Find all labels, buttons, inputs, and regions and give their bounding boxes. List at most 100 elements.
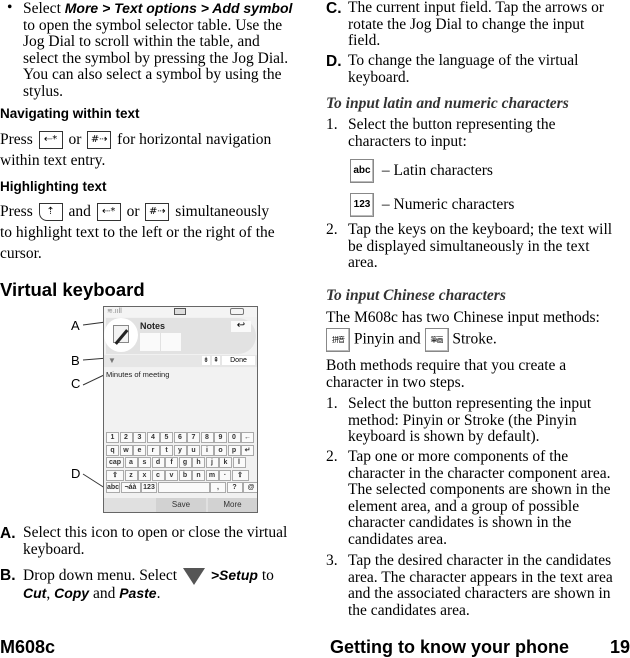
pinyin-text: Pinyin and	[353, 330, 421, 348]
chinese-step-line: candidates area.	[348, 530, 447, 548]
keyboard-key[interactable]: b	[178, 469, 192, 481]
keyboard-key[interactable]: ,	[210, 482, 226, 493]
keyboard-key[interactable]: v	[165, 469, 178, 481]
keyboard-key[interactable]: 123	[141, 482, 157, 493]
item-c-label: C.	[326, 0, 342, 17]
prev-field-arrow-icon[interactable]: ⇟	[202, 356, 210, 365]
123-button-text: – Numeric characters	[381, 195, 515, 213]
text-input-area[interactable]: Minutes of meeting	[104, 368, 257, 430]
item-a-line: Select this icon to open or close the vi…	[23, 524, 288, 541]
keyboard-key[interactable]: x	[138, 469, 151, 481]
keyboard-key[interactable]: o	[214, 444, 227, 456]
item-c-line: The current input field. Tap the arrows …	[348, 0, 605, 16]
keyboard-key[interactable]: @	[243, 482, 257, 493]
copy-word: Copy	[54, 584, 90, 601]
keyboard-key[interactable]: d	[151, 457, 165, 468]
keyboard-key[interactable]: t	[160, 444, 173, 456]
stroke-button-icon: 筆画	[424, 328, 449, 352]
keyboard-key[interactable]: w	[119, 444, 133, 456]
123-button-icon: 123	[350, 193, 374, 217]
latin-step-2: Tap the keys on the keyboard; the text w…	[348, 221, 630, 272]
keyboard-toggle-icon[interactable]	[174, 308, 186, 315]
back-icon[interactable]: ↩	[231, 321, 251, 332]
keyboard-key[interactable]: l	[232, 457, 246, 468]
keyboard-key[interactable]: 9	[214, 432, 227, 443]
keyboard-key[interactable]: f	[165, 457, 178, 468]
input-methods-row: 拼音 Pinyin and 筆画 Stroke.	[326, 328, 497, 352]
keyboard-key[interactable]: n	[192, 469, 205, 481]
dropdown-menu-icon[interactable]: ▼	[108, 356, 116, 365]
both-line: character in two steps.	[326, 373, 465, 391]
save-button[interactable]: Save	[156, 498, 206, 512]
abc-button-row: abc – Latin characters	[350, 159, 493, 183]
keyboard-key[interactable]: cap	[106, 457, 124, 468]
keyboard-key[interactable]: a	[124, 457, 138, 468]
keyboard-key[interactable]: z	[124, 469, 138, 481]
done-button[interactable]: Done	[222, 356, 255, 365]
keyboard-key[interactable]: k	[219, 457, 232, 468]
chinese-step-line: Select the button representing the input	[348, 395, 592, 412]
chinese-step-line: keyboard is shown by default).	[348, 428, 540, 445]
virtual-keyboard: 1 2 3 4 5 6 7 8 9 0 ← q w e r t y u i o p ↵ cap a s d f g h j k l ⇧ z x c v b…	[106, 432, 257, 496]
space-key[interactable]	[157, 482, 210, 493]
cut-word: Cut	[23, 584, 47, 601]
keyboard-key[interactable]: ←	[241, 432, 254, 443]
item-d-label: D.	[326, 53, 342, 70]
keyboard-key[interactable]: y	[173, 444, 187, 456]
keyboard-key[interactable]: u	[187, 444, 200, 456]
keyboard-key[interactable]: 7	[187, 432, 200, 443]
status-bar: ≋.ııll	[104, 307, 257, 317]
signal-icon: ≋.ııll	[107, 308, 122, 315]
keyboard-key[interactable]: j	[205, 457, 219, 468]
keyboard-key[interactable]: 4	[146, 432, 160, 443]
and-word: and	[92, 584, 116, 602]
keyboard-key[interactable]: g	[178, 457, 192, 468]
keyboard-key[interactable]: m	[205, 469, 219, 481]
app-title: Notes	[140, 321, 166, 331]
item-b-label: B.	[0, 567, 16, 584]
app-header: Notes ↩	[104, 318, 256, 354]
keyboard-key[interactable]: c	[151, 469, 165, 481]
keyboard-key[interactable]: ?	[226, 482, 243, 493]
keyboard-key[interactable]: i	[200, 444, 214, 456]
latin-step-line: area.	[348, 254, 378, 271]
keyboard-key[interactable]: ⇧	[231, 469, 249, 481]
next-field-arrow-icon[interactable]: ⇞	[212, 356, 220, 365]
keyboard-key[interactable]: 5	[160, 432, 173, 443]
latin-heading: To input latin and numeric characters	[326, 95, 569, 112]
setup-path: >Setup	[210, 567, 258, 583]
item-a-label: A.	[0, 525, 16, 542]
latin-step-1: Select the button representing the chara…	[348, 116, 630, 150]
chinese-step-2: Tap one or more components of the charac…	[348, 448, 630, 548]
note-tab-icon[interactable]	[140, 333, 160, 351]
keyboard-key[interactable]: 8	[200, 432, 214, 443]
footer-model: M608c	[0, 637, 56, 657]
keyboard-key[interactable]: ¬áà	[120, 482, 141, 493]
keyboard-key[interactable]: ⇧	[106, 469, 124, 481]
sketch-tab-icon[interactable]	[161, 333, 181, 351]
keyboard-key[interactable]: 1	[106, 432, 119, 443]
keyboard-key[interactable]: abc	[106, 482, 120, 493]
keyboard-key[interactable]: q	[106, 444, 119, 456]
latin-step-line: be displayed simultaneously in the text	[348, 237, 590, 255]
chinese-step-3: Tap the desired character in the candida…	[348, 552, 630, 619]
keyboard-key[interactable]: e	[133, 444, 146, 456]
keyboard-key[interactable]: r	[146, 444, 160, 456]
keyboard-key[interactable]: p	[227, 444, 241, 456]
keyboard-key[interactable]: 2	[119, 432, 133, 443]
keyboard-key[interactable]: ↵	[241, 444, 254, 456]
keyboard-key[interactable]: 6	[173, 432, 187, 443]
keyboard-key[interactable]: 0	[227, 432, 241, 443]
keyboard-key[interactable]: h	[192, 457, 205, 468]
keyboard-key[interactable]: s	[138, 457, 151, 468]
both-line: Both methods require that you create a	[326, 357, 567, 374]
keyboard-key[interactable]: ·	[219, 469, 231, 481]
more-button[interactable]: More	[208, 498, 257, 512]
keyboard-key[interactable]: 3	[133, 432, 146, 443]
chinese-intro: The M608c has two Chinese input methods:	[326, 309, 600, 326]
input-toolbar: ▼ ⇟ ⇞ Done	[104, 355, 257, 367]
chinese-step-line: the candidates area.	[348, 601, 470, 619]
chinese-step-line: Tap the desired character in the candida…	[348, 552, 612, 569]
battery-icon	[230, 308, 244, 315]
chinese-step-line: Tap one or more components of the	[348, 448, 569, 465]
